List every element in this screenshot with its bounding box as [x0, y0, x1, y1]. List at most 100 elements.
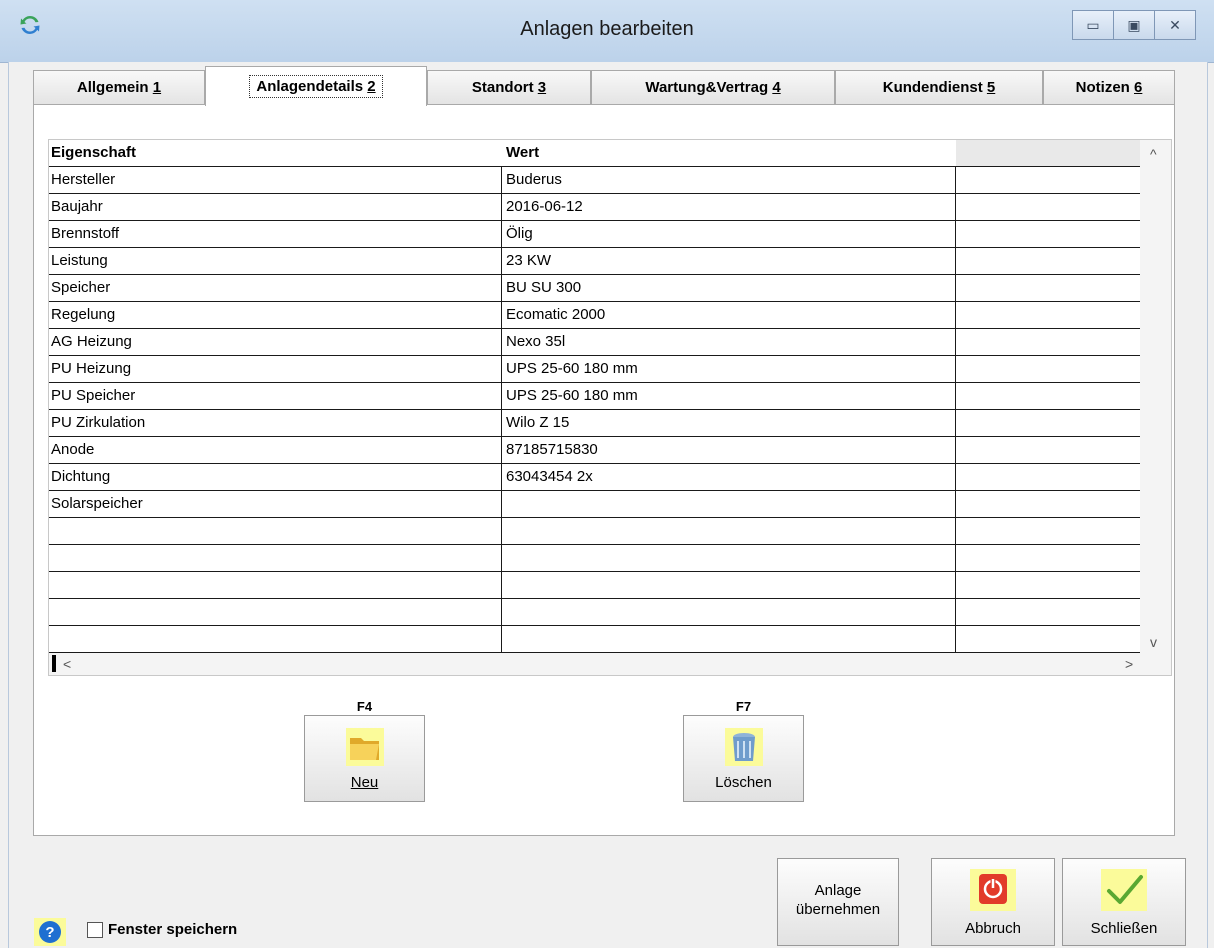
save-window-checkbox[interactable]: [87, 922, 103, 938]
property-cell[interactable]: [49, 626, 502, 652]
table-row[interactable]: AG Heizung Nexo 35l: [49, 329, 1141, 356]
property-cell[interactable]: [49, 572, 502, 598]
value-cell[interactable]: Wilo Z 15: [502, 410, 956, 436]
property-cell[interactable]: [49, 545, 502, 571]
value-cell[interactable]: [502, 626, 956, 652]
maximize-button[interactable]: ▣: [1114, 10, 1155, 40]
tab-standort[interactable]: Standort 3: [427, 70, 591, 104]
extra-cell[interactable]: [956, 626, 1141, 652]
property-cell[interactable]: Hersteller: [49, 167, 502, 193]
vertical-scrollbar[interactable]: ^ v: [1140, 140, 1171, 653]
table-row[interactable]: [49, 518, 1141, 545]
scroll-left-icon[interactable]: <: [63, 656, 71, 672]
table-row[interactable]: Speicher BU SU 300: [49, 275, 1141, 302]
property-cell[interactable]: [49, 518, 502, 544]
cancel-button[interactable]: Abbruch: [931, 858, 1055, 946]
property-cell[interactable]: Solarspeicher: [49, 491, 502, 517]
extra-cell[interactable]: [956, 275, 1141, 301]
table-row[interactable]: Hersteller Buderus: [49, 167, 1141, 194]
table-row[interactable]: [49, 599, 1141, 626]
table-row[interactable]: Brennstoff Ölig: [49, 221, 1141, 248]
close-dialog-button[interactable]: Schließen: [1062, 858, 1186, 946]
value-cell[interactable]: UPS 25-60 180 mm: [502, 356, 956, 382]
property-cell[interactable]: Anode: [49, 437, 502, 463]
extra-cell[interactable]: [956, 383, 1141, 409]
column-header-eigenschaft[interactable]: Eigenschaft: [49, 140, 502, 166]
table-row[interactable]: PU Heizung UPS 25-60 180 mm: [49, 356, 1141, 383]
extra-cell[interactable]: [956, 356, 1141, 382]
table-row[interactable]: [49, 572, 1141, 599]
scroll-up-icon[interactable]: ^: [1150, 146, 1157, 162]
scroll-down-icon[interactable]: v: [1150, 634, 1157, 650]
delete-button[interactable]: Löschen: [683, 715, 804, 802]
extra-cell[interactable]: [956, 491, 1141, 517]
value-cell[interactable]: UPS 25-60 180 mm: [502, 383, 956, 409]
extra-cell[interactable]: [956, 221, 1141, 247]
property-cell[interactable]: Brennstoff: [49, 221, 502, 247]
tab-wartung-vertrag[interactable]: Wartung&Vertrag 4: [591, 70, 835, 104]
tab-shortcut: 4: [772, 79, 781, 96]
property-cell[interactable]: [49, 599, 502, 625]
scroll-right-icon[interactable]: >: [1125, 656, 1133, 672]
close-button[interactable]: ✕: [1155, 10, 1196, 40]
value-cell[interactable]: Ölig: [502, 221, 956, 247]
table-row[interactable]: [49, 545, 1141, 572]
value-cell[interactable]: [502, 572, 956, 598]
value-cell[interactable]: [502, 545, 956, 571]
property-cell[interactable]: Regelung: [49, 302, 502, 328]
table-row[interactable]: Regelung Ecomatic 2000: [49, 302, 1141, 329]
minimize-button[interactable]: ▭: [1072, 10, 1114, 40]
property-cell[interactable]: PU Speicher: [49, 383, 502, 409]
column-header-extra[interactable]: [956, 140, 1141, 166]
extra-cell[interactable]: [956, 302, 1141, 328]
extra-cell[interactable]: [956, 599, 1141, 625]
extra-cell[interactable]: [956, 167, 1141, 193]
value-cell[interactable]: [502, 599, 956, 625]
table-row[interactable]: Dichtung 63043454 2x: [49, 464, 1141, 491]
tab-anlagendetails[interactable]: Anlagendetails 2: [205, 66, 427, 106]
horizontal-scrollbar[interactable]: < >: [49, 653, 1171, 675]
extra-cell[interactable]: [956, 194, 1141, 220]
extra-cell[interactable]: [956, 572, 1141, 598]
property-cell[interactable]: PU Zirkulation: [49, 410, 502, 436]
column-header-wert[interactable]: Wert: [502, 140, 956, 166]
table-row[interactable]: [49, 626, 1141, 653]
property-cell[interactable]: PU Heizung: [49, 356, 502, 382]
properties-grid[interactable]: Eigenschaft Wert Hersteller Buderus Baujah…: [48, 139, 1172, 676]
value-cell[interactable]: [502, 491, 956, 517]
property-cell[interactable]: Baujahr: [49, 194, 502, 220]
tab-notizen[interactable]: Notizen 6: [1043, 70, 1175, 104]
value-cell[interactable]: Ecomatic 2000: [502, 302, 956, 328]
property-cell[interactable]: AG Heizung: [49, 329, 502, 355]
extra-cell[interactable]: [956, 518, 1141, 544]
value-cell[interactable]: Nexo 35l: [502, 329, 956, 355]
property-cell[interactable]: Leistung: [49, 248, 502, 274]
value-cell[interactable]: 2016-06-12: [502, 194, 956, 220]
delete-shortcut-label: F7: [735, 699, 752, 714]
property-cell[interactable]: Dichtung: [49, 464, 502, 490]
table-row[interactable]: Solarspeicher: [49, 491, 1141, 518]
tab-allgemein[interactable]: Allgemein 1: [33, 70, 205, 104]
extra-cell[interactable]: [956, 248, 1141, 274]
value-cell[interactable]: Buderus: [502, 167, 956, 193]
value-cell[interactable]: 23 KW: [502, 248, 956, 274]
table-row[interactable]: PU Zirkulation Wilo Z 15: [49, 410, 1141, 437]
extra-cell[interactable]: [956, 545, 1141, 571]
table-row[interactable]: PU Speicher UPS 25-60 180 mm: [49, 383, 1141, 410]
table-row[interactable]: Baujahr 2016-06-12: [49, 194, 1141, 221]
extra-cell[interactable]: [956, 464, 1141, 490]
table-row[interactable]: Leistung 23 KW: [49, 248, 1141, 275]
tab-kundendienst[interactable]: Kundendienst 5: [835, 70, 1043, 104]
new-button[interactable]: Neu: [304, 715, 425, 802]
help-icon[interactable]: ?: [34, 918, 66, 946]
extra-cell[interactable]: [956, 410, 1141, 436]
value-cell[interactable]: 63043454 2x: [502, 464, 956, 490]
extra-cell[interactable]: [956, 329, 1141, 355]
value-cell[interactable]: BU SU 300: [502, 275, 956, 301]
apply-system-button[interactable]: Anlage übernehmen: [777, 858, 899, 946]
property-cell[interactable]: Speicher: [49, 275, 502, 301]
value-cell[interactable]: 87185715830: [502, 437, 956, 463]
table-row[interactable]: Anode 87185715830: [49, 437, 1141, 464]
extra-cell[interactable]: [956, 437, 1141, 463]
value-cell[interactable]: [502, 518, 956, 544]
